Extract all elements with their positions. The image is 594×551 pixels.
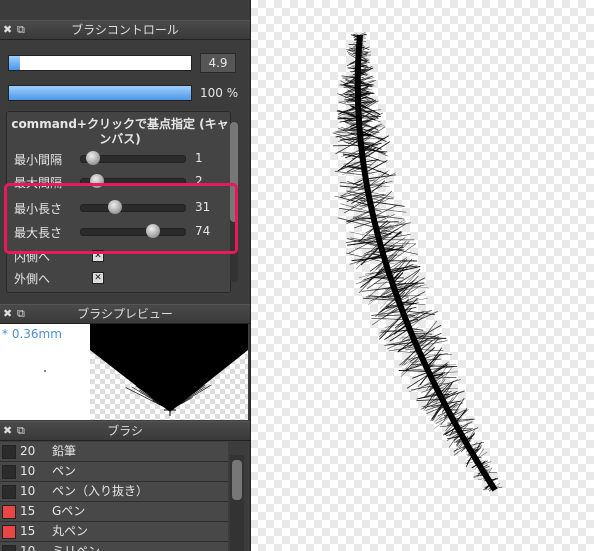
brush-name: Gペン [52, 504, 86, 518]
brush-item[interactable]: 15 Gペン [0, 502, 228, 522]
brush-list-title: ブラシ [107, 424, 143, 438]
brush-color-swatch [2, 505, 16, 519]
brush-name: ペン [52, 464, 77, 478]
brush-size-fill [9, 56, 20, 70]
brush-list-scrollbar-thumb[interactable] [232, 460, 242, 500]
left-panel: ✖ ⧉ ブラシコントロール 4.9 100 % command+クリックで基点指… [0, 0, 251, 551]
brush-control-title: ブラシコントロール [71, 23, 179, 37]
base-point-heading: command+クリックで基点指定 (キャンバス) [11, 117, 229, 146]
popout-icon[interactable]: ⧉ [17, 305, 25, 323]
brush-size: 15 [20, 524, 36, 538]
brush-name: 鉛筆 [52, 444, 77, 458]
brush-size: 10 [20, 484, 36, 498]
opacity-fill [9, 86, 191, 100]
preview-dot [44, 370, 46, 372]
preview-size-area: * 0.36mm [0, 324, 90, 420]
brush-control-titlebar: ✖ ⧉ ブラシコントロール [0, 20, 250, 40]
brush-size: 10 [20, 544, 36, 551]
brush-name: 丸ペン [52, 524, 89, 538]
brush-color-swatch [2, 465, 16, 479]
close-icon[interactable]: ✖ [3, 305, 12, 323]
brush-item[interactable]: 15 丸ペン [0, 522, 228, 542]
length-settings-highlight [4, 183, 238, 254]
brush-size: 15 [20, 504, 36, 518]
min-interval-label: 最小間隔 [14, 153, 63, 167]
outward-checkbox[interactable]: ✕ [92, 272, 104, 284]
opacity-bar[interactable] [8, 85, 192, 101]
min-interval-value: 1 [195, 151, 203, 165]
brush-name: ペン（入り抜き） [52, 484, 149, 498]
preview-size-label: * 0.36mm [2, 327, 62, 341]
brush-preview-titlebar: ✖ ⧉ ブラシプレビュー [0, 304, 250, 324]
popout-icon[interactable]: ⧉ [17, 422, 25, 440]
brush-size-bar[interactable] [8, 55, 192, 71]
brush-item[interactable]: 10 ペン（入り抜き） [0, 482, 228, 502]
brush-item[interactable]: 20 鉛筆 [0, 442, 228, 462]
brush-list-titlebar: ✖ ⧉ ブラシ [0, 421, 250, 441]
preview-shape [90, 324, 248, 416]
opacity-value: 100 % [200, 86, 239, 100]
brush-color-swatch [2, 445, 16, 459]
preview-canvas [90, 324, 248, 420]
fur-brush-stroke [332, 32, 503, 492]
close-icon[interactable]: ✖ [3, 21, 12, 39]
brush-preview-title: ブラシプレビュー [77, 307, 173, 321]
canvas[interactable] [250, 0, 594, 551]
brush-size: 10 [20, 464, 36, 478]
brush-color-swatch [2, 485, 16, 499]
brush-name: ミリペン [52, 544, 101, 551]
brush-size-value[interactable]: 4.9 [200, 53, 236, 73]
brush-item[interactable]: 10 ペン [0, 462, 228, 482]
outward-label: 外側へ [14, 272, 51, 286]
brush-list-scrollbar[interactable] [230, 455, 244, 551]
brush-item[interactable]: 10 ミリペン [0, 542, 228, 551]
brush-color-swatch [2, 525, 16, 539]
brush-color-swatch [2, 545, 16, 551]
popout-icon[interactable]: ⧉ [17, 21, 25, 39]
brush-size: 20 [20, 444, 36, 458]
close-icon[interactable]: ✖ [3, 422, 12, 440]
slider-knob[interactable] [85, 151, 100, 165]
min-interval-slider[interactable] [80, 151, 186, 165]
